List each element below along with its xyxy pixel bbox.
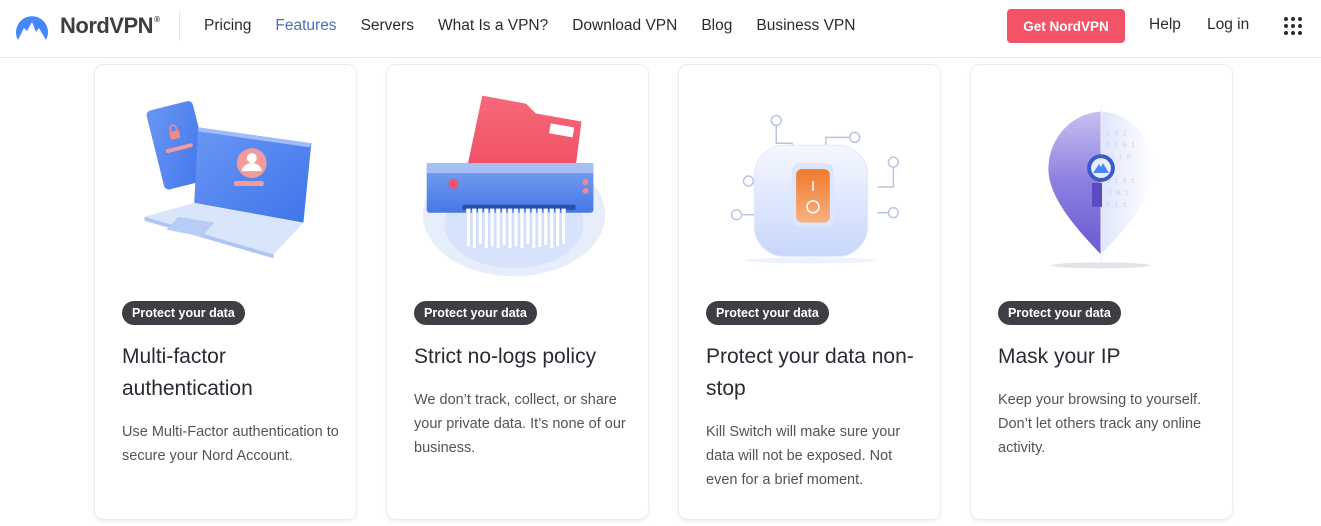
feature-card-no-logs[interactable]: Protect your data Strict no-logs policy … bbox=[386, 64, 649, 520]
login-link[interactable]: Log in bbox=[1207, 16, 1249, 34]
card-title: Mask your IP bbox=[998, 345, 1121, 368]
nav-servers[interactable]: Servers bbox=[361, 17, 414, 35]
category-badge: Protect your data bbox=[706, 301, 829, 325]
card-description: We don’t track, collect, or share your p… bbox=[414, 392, 626, 456]
help-link[interactable]: Help bbox=[1149, 16, 1181, 34]
svg-text:0 1 1: 0 1 1 bbox=[1106, 202, 1127, 210]
apps-grid-icon[interactable] bbox=[1284, 17, 1302, 35]
svg-text:1 1 0: 1 1 0 bbox=[1110, 154, 1131, 162]
card-description: Keep your browsing to yourself. Don’t le… bbox=[998, 392, 1202, 456]
location-pin-keyhole-illustration: 1 0 1 0 1 0 1 1 1 0 0 1 0 1 1 0 1 0 1 1 bbox=[971, 65, 1232, 295]
category-badge: Protect your data bbox=[998, 301, 1121, 325]
feature-card-mask-ip[interactable]: 1 0 1 0 1 0 1 1 1 0 0 1 0 1 1 0 1 0 1 1 Pro… bbox=[970, 64, 1233, 520]
nav-blog[interactable]: Blog bbox=[701, 17, 732, 35]
nordvpn-logo[interactable]: NordVPN® bbox=[12, 10, 160, 42]
feature-card-mfa[interactable]: Protect your data Multi-factor authentic… bbox=[94, 64, 357, 520]
category-badge: Protect your data bbox=[122, 301, 245, 325]
folder-shredder-illustration bbox=[387, 65, 648, 295]
svg-text:1 0 1: 1 0 1 bbox=[1106, 130, 1127, 138]
kill-switch-illustration bbox=[679, 65, 940, 295]
logo-text: NordVPN® bbox=[60, 13, 160, 38]
nav-what-is-a-vpn[interactable]: What Is a VPN? bbox=[438, 17, 548, 35]
header-divider bbox=[179, 11, 180, 41]
svg-text:1 0 1: 1 0 1 bbox=[1108, 190, 1129, 198]
nav-download-vpn[interactable]: Download VPN bbox=[572, 17, 677, 35]
laptop-phone-mfa-illustration bbox=[95, 65, 356, 295]
nav-features[interactable]: Features bbox=[275, 17, 336, 35]
nav-business-vpn[interactable]: Business VPN bbox=[756, 17, 855, 35]
nordvpn-mountain-icon bbox=[15, 16, 48, 40]
card-title: Strict no-logs policy bbox=[414, 345, 597, 368]
main-nav: Pricing Features Servers What Is a VPN? … bbox=[204, 0, 879, 52]
card-description: Kill Switch will make sure your data wil… bbox=[706, 424, 901, 488]
card-title: Protect your data non-stop bbox=[706, 345, 914, 400]
category-badge: Protect your data bbox=[414, 301, 537, 325]
get-nordvpn-button[interactable]: Get NordVPN bbox=[1007, 9, 1125, 43]
nav-pricing[interactable]: Pricing bbox=[204, 17, 251, 35]
card-description: Use Multi-Factor authentication to secur… bbox=[122, 424, 339, 464]
top-navigation-bar: NordVPN® Pricing Features Servers What I… bbox=[0, 0, 1321, 58]
svg-text:0 1 0 1: 0 1 0 1 bbox=[1106, 142, 1135, 150]
card-title: Multi-factor authentication bbox=[122, 345, 253, 400]
svg-text:0 1 0 1: 0 1 0 1 bbox=[1106, 178, 1135, 186]
feature-card-kill-switch[interactable]: Protect your data Protect your data non-… bbox=[678, 64, 941, 520]
